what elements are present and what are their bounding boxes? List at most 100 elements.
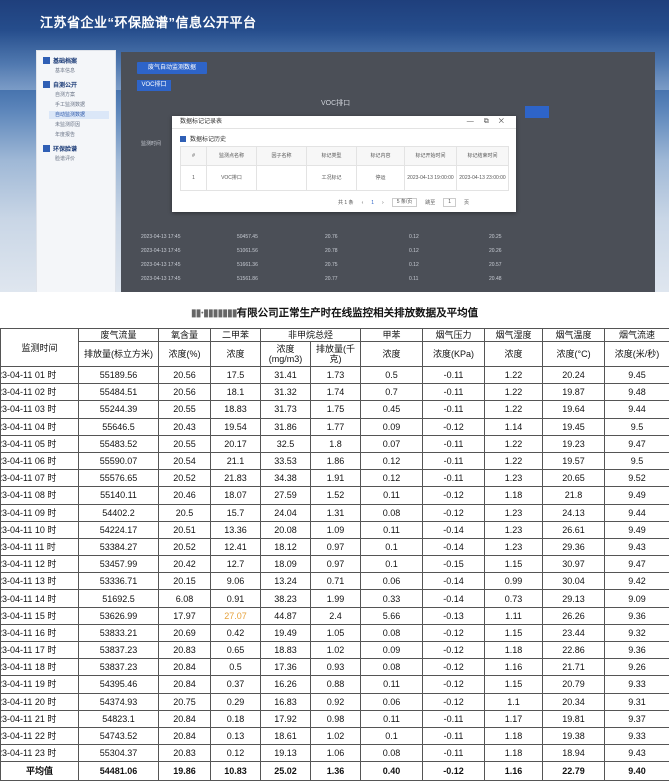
sidebar-item-manual-data[interactable]: 手工监测数据: [55, 101, 115, 109]
value-cell: 0.09: [361, 642, 423, 659]
value-cell: 1.75: [311, 401, 361, 418]
value-cell: 1.06: [311, 745, 361, 762]
value-cell: 1.14: [485, 418, 543, 435]
value-cell: -0.14: [423, 538, 485, 555]
value-cell: 1.23: [485, 470, 543, 487]
sidebar-item-plan[interactable]: 自测方案: [55, 91, 115, 99]
value-cell: 9.42: [605, 573, 669, 590]
value-cell: 20.46: [159, 487, 211, 504]
value-cell: 1.31: [311, 504, 361, 521]
value-cell: 20.79: [543, 676, 605, 693]
value-cell: 0.71: [311, 573, 361, 590]
value-cell: 1.23: [485, 504, 543, 521]
value-cell: 0.13: [211, 727, 261, 744]
sidebar-item-face-eval[interactable]: 脸谱评价: [55, 155, 115, 163]
subheader-cell: 排放量(千克): [311, 342, 361, 367]
header-temperature: 烟气温度: [543, 329, 605, 342]
sidebar-group-basic[interactable]: 基础档案: [43, 56, 115, 65]
pager-current-page[interactable]: 1: [371, 200, 374, 206]
sidebar-group-self-monitoring[interactable]: 自测公开: [43, 80, 115, 89]
value-cell: 1.15: [485, 676, 543, 693]
value-cell: 0.11: [361, 676, 423, 693]
time-cell: 2023-04-11 10 时: [1, 521, 79, 538]
value-cell: 1.1: [485, 693, 543, 710]
sidebar-item-unmonitored-reason[interactable]: 未监测原因: [55, 121, 115, 129]
value-cell: 38.23: [261, 590, 311, 607]
subheader-cell: 浓度(°C): [543, 342, 605, 367]
time-cell: 2023-04-11 21 时: [1, 710, 79, 727]
time-cell: 2023-04-11 06 时: [1, 452, 79, 469]
value-cell: 20.52: [159, 538, 211, 555]
value-cell: 1.11: [485, 607, 543, 624]
value-cell: 9.52: [605, 470, 669, 487]
value-cell: 20.84: [159, 659, 211, 676]
mark-header-cell: 标记类型: [307, 147, 357, 166]
value-cell: 30.04: [543, 573, 605, 590]
value-cell: 55484.51: [79, 384, 159, 401]
dialog-subtitle: 数据标记历史: [180, 134, 516, 143]
table-row: 2023-04-11 09 时54402.220.515.724.041.310…: [1, 504, 669, 521]
sidebar-item-basic-info[interactable]: 基本信息: [55, 67, 115, 75]
value-cell: 0.91: [211, 590, 261, 607]
value-cell: 20.55: [159, 401, 211, 418]
voc-outlet-button[interactable]: VOC排口: [137, 80, 171, 91]
value-cell: 17.97: [159, 607, 211, 624]
value-cell: 55576.65: [79, 470, 159, 487]
value-cell: 55189.56: [79, 367, 159, 384]
value-cell: 1.52: [311, 487, 361, 504]
value-cell: 26.26: [543, 607, 605, 624]
value-cell: -0.11: [423, 727, 485, 744]
average-value: 9.40: [605, 762, 669, 781]
value-cell: 9.45: [605, 367, 669, 384]
value-cell: 5.66: [361, 607, 423, 624]
dialog-window-controls[interactable]: — ⧉ ✕: [467, 116, 508, 128]
pager-goto-input[interactable]: 1: [443, 198, 456, 207]
value-cell: 23.44: [543, 624, 605, 641]
value-cell: 9.33: [605, 727, 669, 744]
value-cell: 53837.23: [79, 659, 159, 676]
waste-gas-data-button[interactable]: 废气自动监测数据: [137, 62, 207, 74]
value-cell: 0.99: [485, 573, 543, 590]
data-mark-dialog: 数据标记记录表 — ⧉ ✕ 数据标记历史 #监测点名称因子名称标记类型标记内容标…: [172, 116, 516, 212]
time-cell: 2023-04-11 09 时: [1, 504, 79, 521]
value-cell: 1.18: [485, 487, 543, 504]
sidebar-item-annual-report[interactable]: 年度报告: [55, 131, 115, 139]
value-cell: 31.41: [261, 367, 311, 384]
value-cell: 24.13: [543, 504, 605, 521]
pager-next[interactable]: ›: [382, 200, 384, 206]
mark-header-cell: #: [181, 147, 207, 166]
background-table-row: 2023-04-13 17:45 50457.45 20.76 0.12 20.…: [137, 234, 637, 246]
value-cell: 20.08: [261, 521, 311, 538]
value-cell: 20.43: [159, 418, 211, 435]
value-cell: 1.05: [311, 624, 361, 641]
value-cell: 33.53: [261, 452, 311, 469]
table-row: 2023-04-11 02 时55484.5120.5618.131.321.7…: [1, 384, 669, 401]
pager-prev[interactable]: ‹: [362, 200, 364, 206]
value-cell: 21.83: [211, 470, 261, 487]
value-cell: 20.65: [543, 470, 605, 487]
page-size-select[interactable]: 5 条/页: [392, 198, 418, 207]
value-cell: 20.5: [159, 504, 211, 521]
value-cell: 0.5: [361, 367, 423, 384]
time-cell: 2023-04-11 08 时: [1, 487, 79, 504]
value-cell: 0.92: [311, 693, 361, 710]
value-cell: 9.47: [605, 556, 669, 573]
subheader-cell: 排放量(标立方米): [79, 342, 159, 367]
sidebar-group-face[interactable]: 环保脸谱: [43, 144, 115, 153]
value-cell: 54374.93: [79, 693, 159, 710]
mark-cell: 停运: [357, 166, 405, 191]
value-cell: -0.11: [423, 470, 485, 487]
value-cell: 16.83: [261, 693, 311, 710]
export-button[interactable]: [525, 106, 549, 118]
pagination: 共 1 条 ‹ 1 › 5 条/页 跳至 1 页: [338, 198, 469, 207]
value-cell: 20.17: [211, 435, 261, 452]
value-cell: 19.57: [543, 452, 605, 469]
value-cell: 27.07: [211, 607, 261, 624]
value-cell: 18.83: [261, 642, 311, 659]
sidebar-item-auto-data[interactable]: 自动监测数据: [49, 111, 109, 119]
time-cell: 2023-04-11 03 时: [1, 401, 79, 418]
value-cell: 9.5: [605, 418, 669, 435]
value-cell: 9.06: [211, 573, 261, 590]
value-cell: 1.18: [485, 727, 543, 744]
value-cell: -0.12: [423, 642, 485, 659]
